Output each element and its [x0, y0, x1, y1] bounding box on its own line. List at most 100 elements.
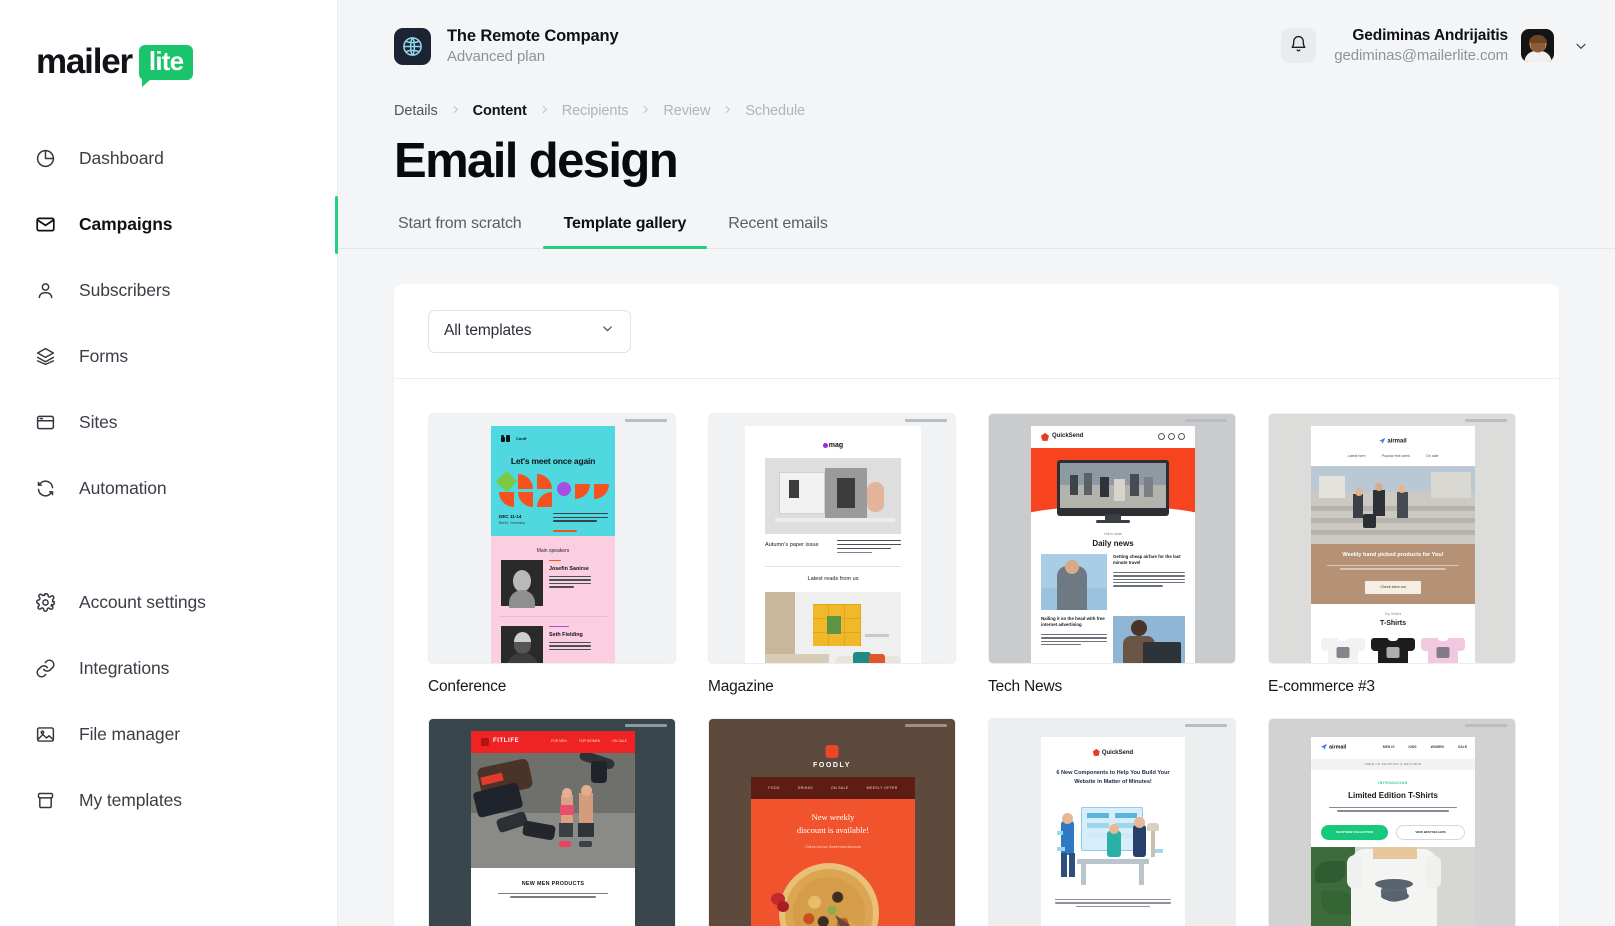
sidebar-item-sites[interactable]: Sites: [0, 400, 337, 444]
mailerlite-logo[interactable]: mailer lite: [0, 0, 337, 88]
template-card-quicksend-components[interactable]: QuickSend 6 New Components to Help You B…: [988, 717, 1236, 926]
sidebar-label-integrations: Integrations: [79, 657, 170, 678]
view-in-browser-line: [1465, 418, 1507, 422]
link-icon: [34, 657, 56, 679]
tab-start-from-scratch[interactable]: Start from scratch: [394, 215, 543, 248]
refresh-icon: [34, 477, 56, 499]
sidebar-item-campaigns[interactable]: Campaigns: [0, 196, 338, 255]
sidebar-item-integrations[interactable]: Integrations: [0, 646, 337, 690]
template-thumbnail[interactable]: QuickSend Hot in news Daily news Getting…: [988, 412, 1236, 664]
user-icon: [34, 279, 56, 301]
template-thumbnail[interactable]: Conff Let's meet once again DEC 11-14 Be…: [428, 412, 676, 664]
sidebar-label-account-settings: Account settings: [79, 591, 206, 612]
preview-nav-item: ON SALE: [612, 738, 627, 743]
image-icon: [34, 723, 56, 745]
view-in-browser-line: [625, 723, 667, 727]
preview-nav-item: Popular this week: [1381, 453, 1410, 458]
preview-strip: FREE US SHIPPING & RETURNS: [1311, 758, 1475, 770]
sidebar-nav: Dashboard Campaigns Subscribers Forms Si…: [0, 136, 338, 822]
sidebar: mailer lite Dashboard Campaigns Subscrib…: [0, 0, 338, 926]
globe-icon: [394, 27, 431, 65]
template-thumbnail[interactable]: airmail MEN IS KIDS WOMEN SALE FREE US S…: [1268, 717, 1516, 926]
preview-headline: Daily news: [1092, 538, 1134, 548]
template-thumbnail[interactable]: QuickSend 6 New Components to Help You B…: [988, 717, 1236, 926]
sidebar-item-dashboard[interactable]: Dashboard: [0, 136, 337, 180]
sidebar-item-account-settings[interactable]: Account settings: [0, 580, 337, 624]
preview-nav-item: FOR MEN: [551, 738, 567, 743]
sidebar-item-automation[interactable]: Automation: [0, 466, 337, 510]
sidebar-item-subscribers[interactable]: Subscribers: [0, 268, 337, 312]
logo-word-mailer: mailer: [36, 42, 133, 81]
template-thumbnail[interactable]: FOODLY FOOD DRINKS ON SALE WEEKLY OFFER: [708, 717, 956, 926]
pie-chart-icon: [34, 147, 56, 169]
notifications-button[interactable]: [1281, 28, 1317, 64]
template-card-magazine[interactable]: mag Autumn's paper issue Latest reads fr…: [708, 412, 956, 696]
tab-recent-emails[interactable]: Recent emails: [707, 215, 848, 248]
template-card-tech-news[interactable]: QuickSend Hot in news Daily news Getting…: [988, 412, 1236, 696]
breadcrumb-item-content[interactable]: Content: [473, 103, 527, 119]
tab-bar: Start from scratch Template gallery Rece…: [338, 189, 1615, 249]
sidebar-label-campaigns: Campaigns: [79, 213, 173, 234]
template-thumbnail[interactable]: mag Autumn's paper issue Latest reads fr…: [708, 412, 956, 664]
preview-nav-item: FOOD: [768, 785, 780, 790]
breadcrumb-item-details[interactable]: Details: [394, 103, 438, 119]
preview-section-title: Main speakers: [536, 547, 570, 554]
template-card-conference[interactable]: Conff Let's meet once again DEC 11-14 Be…: [428, 412, 676, 696]
template-card-limited-edition-tshirts[interactable]: airmail MEN IS KIDS WOMEN SALE FREE US S…: [1268, 717, 1516, 926]
sidebar-label-file-manager: File manager: [79, 723, 180, 744]
chevron-right-icon: [539, 102, 550, 120]
user-name: Gediminas Andrijaitis: [1352, 27, 1508, 45]
preview-speaker-name: Seth Fielding: [549, 631, 583, 638]
preview-speaker-name: Josefin Saoirse: [549, 565, 589, 572]
filter-bar: All templates: [394, 284, 1559, 379]
template-card-fitlife[interactable]: FITLIFE FOR MEN FOR WOMEN ON SALE NEW ME…: [428, 717, 676, 926]
template-filter-value: All templates: [444, 322, 532, 340]
preview-article-title: Nailing it on the head with free interne…: [1041, 615, 1105, 628]
workspace-plan: Advanced plan: [447, 47, 545, 65]
breadcrumb-item-review[interactable]: Review: [663, 103, 710, 119]
workspace-switcher[interactable]: The Remote Company Advanced plan: [394, 26, 619, 66]
preview-brand: QuickSend: [1101, 749, 1134, 756]
sidebar-item-file-manager[interactable]: File manager: [0, 712, 337, 756]
preview-article-title: Getting cheap airfare for the last minut…: [1113, 553, 1181, 566]
view-in-browser-line: [905, 723, 947, 727]
sidebar-label-subscribers: Subscribers: [79, 279, 171, 300]
user-menu[interactable]: Gediminas Andrijaitis gediminas@mailerli…: [1334, 26, 1589, 66]
template-name: E-commerce #3: [1268, 677, 1375, 695]
breadcrumb-item-schedule[interactable]: Schedule: [745, 103, 805, 119]
preview-subtext: Check out our Sweet new discount: [805, 844, 861, 849]
preview-brand: FOODLY: [812, 761, 852, 769]
breadcrumb: Details Content Recipients Review Schedu…: [338, 92, 1615, 120]
template-card-ecommerce-3[interactable]: airmail Latest here Popular this week On…: [1268, 412, 1516, 696]
sidebar-item-forms[interactable]: Forms: [0, 334, 337, 378]
preview-brand: airmail: [1329, 744, 1347, 751]
preview-headline: Limited Edition T-Shirts: [1348, 790, 1438, 800]
user-email: gediminas@mailerlite.com: [1334, 47, 1508, 65]
main-content: The Remote Company Advanced plan Gedimin…: [338, 0, 1615, 926]
chevron-down-icon[interactable]: [1573, 38, 1589, 54]
preview-primary-button: SHOP NEW COLLECTION: [1321, 824, 1388, 840]
tab-template-gallery[interactable]: Template gallery: [542, 215, 708, 249]
preview-headline-line1: 6 New Components to Help You Build: [1056, 769, 1156, 776]
user-info: Gediminas Andrijaitis gediminas@mailerli…: [1334, 26, 1508, 66]
sidebar-label-dashboard: Dashboard: [79, 147, 164, 168]
preview-headline: Let's meet once again: [510, 455, 596, 466]
template-grid: Conff Let's meet once again DEC 11-14 Be…: [394, 379, 1559, 926]
preview-nav-item: MEN IS: [1382, 744, 1395, 749]
breadcrumb-item-recipients[interactable]: Recipients: [562, 103, 629, 119]
template-filter-select[interactable]: All templates: [428, 309, 631, 353]
template-thumbnail[interactable]: FITLIFE FOR MEN FOR WOMEN ON SALE NEW ME…: [428, 717, 676, 926]
template-thumbnail[interactable]: airmail Latest here Popular this week On…: [1268, 412, 1516, 664]
preview-headline-line1: New weekly: [811, 811, 855, 822]
sidebar-item-my-templates[interactable]: My templates: [0, 778, 337, 822]
template-name: Magazine: [708, 677, 774, 695]
preview-date: DEC 11-14: [499, 513, 522, 519]
view-in-browser-line: [1465, 723, 1507, 727]
preview-brand: FITLIFE: [493, 737, 520, 744]
template-card-foodly[interactable]: FOODLY FOOD DRINKS ON SALE WEEKLY OFFER: [708, 717, 956, 926]
chevron-down-icon: [600, 321, 615, 341]
preview-banner-headline: Weekly hand picked products for You!: [1342, 551, 1444, 558]
preview-nav-item: Latest here: [1347, 453, 1366, 458]
template-name: Conference: [428, 677, 507, 695]
browser-window-icon: [34, 411, 56, 433]
